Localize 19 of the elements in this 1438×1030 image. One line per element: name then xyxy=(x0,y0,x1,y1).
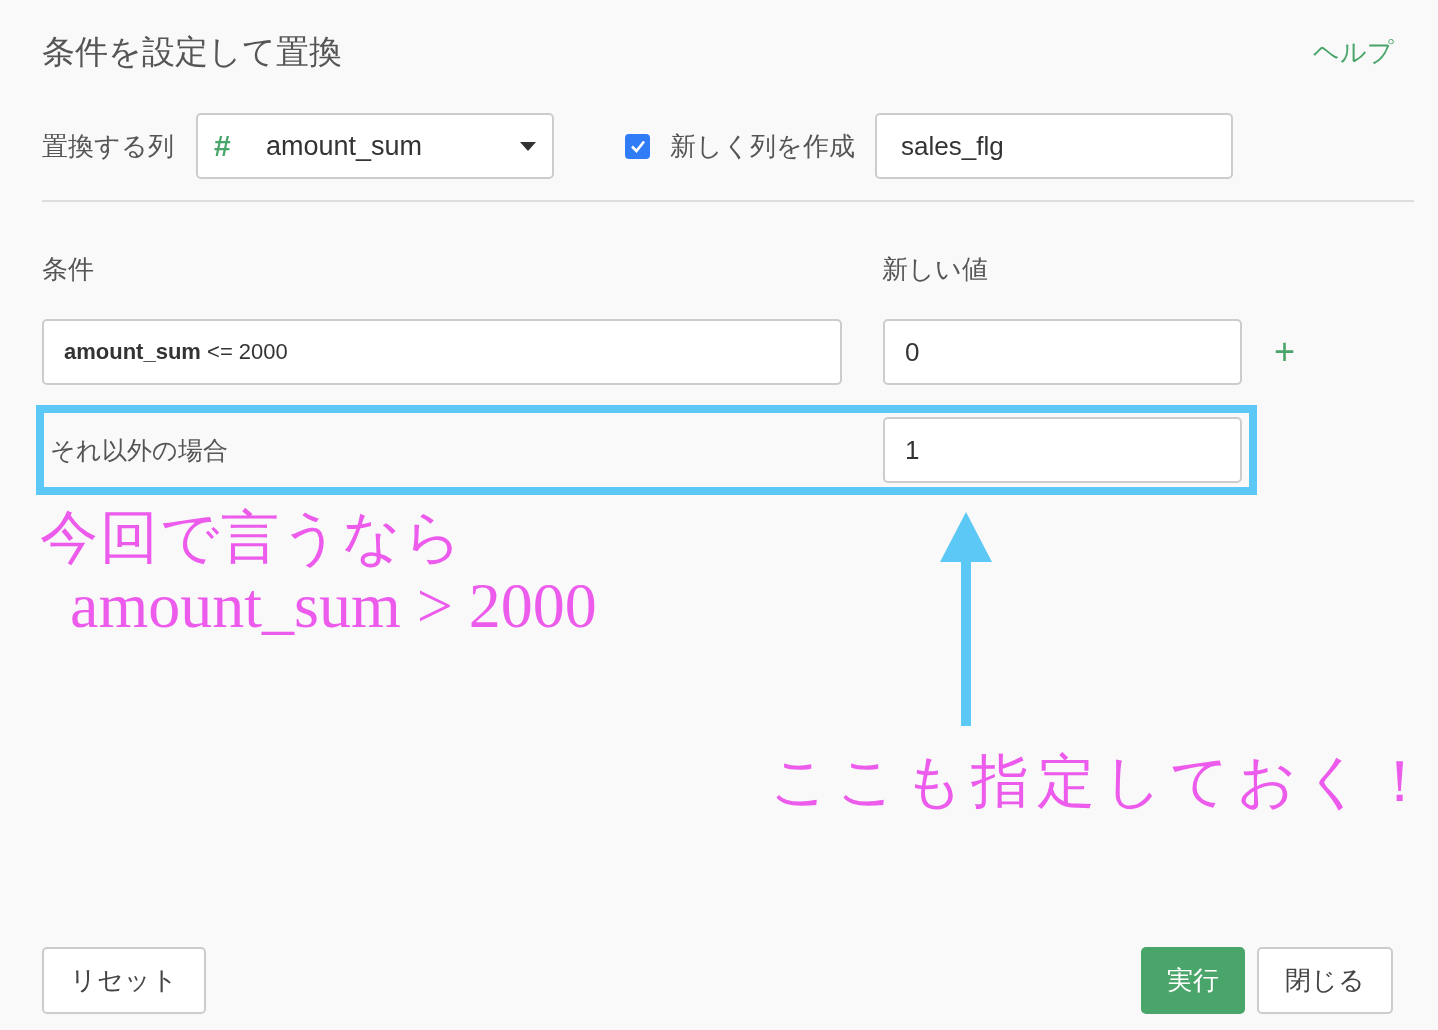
new-value-field[interactable]: 0 xyxy=(883,319,1242,385)
column-select[interactable]: # amount_sum xyxy=(196,113,554,179)
annotation-text: amount_sum > 2000 xyxy=(70,574,597,638)
column-label: 置換する列 xyxy=(42,129,174,163)
caret-icon xyxy=(520,141,536,151)
new-column-field[interactable]: sales_flg xyxy=(875,113,1233,179)
annotation-text: ここも指定しておく！ xyxy=(770,752,1437,810)
numeric-type-icon: # xyxy=(214,129,266,163)
new-value-header: 新しい値 xyxy=(882,253,988,286)
dialog-title: 条件を設定して置換 xyxy=(42,32,342,72)
condition-header: 条件 xyxy=(42,253,95,286)
else-value-field[interactable]: 1 xyxy=(883,417,1242,483)
new-column-label: 新しく列を作成 xyxy=(670,129,855,163)
annotation-text: 今回で言うなら xyxy=(40,508,464,566)
condition-field[interactable]: amount_sum <= 2000 xyxy=(42,319,842,385)
new-column-checkbox[interactable] xyxy=(625,133,650,159)
reset-button[interactable]: リセット xyxy=(42,947,206,1014)
else-label: それ以外の場合 xyxy=(50,434,229,466)
close-button[interactable]: 閉じる xyxy=(1257,947,1393,1014)
